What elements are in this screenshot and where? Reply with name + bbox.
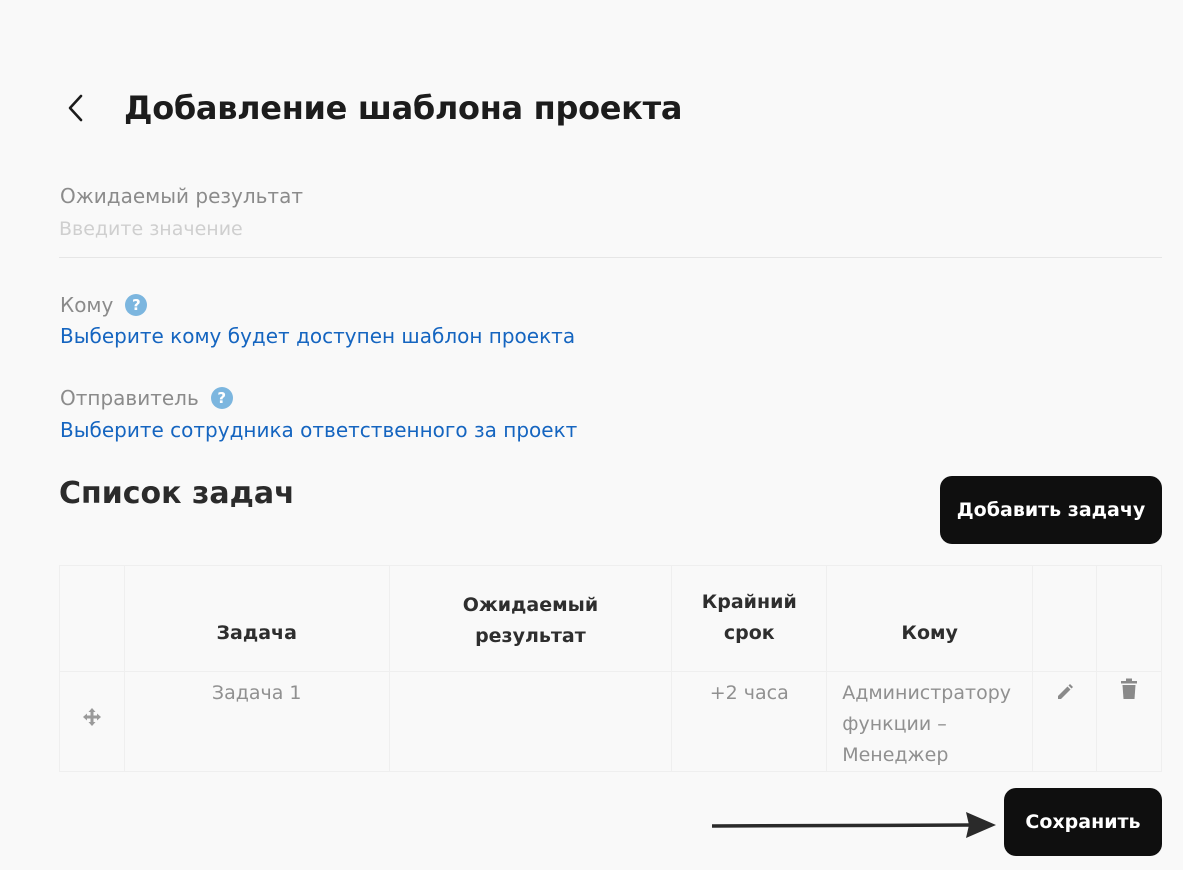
task-result-cell [388,671,673,772]
column-header-delete [1096,565,1162,672]
expected-result-label-text: Ожидаемый результат [60,184,303,208]
help-icon[interactable]: ? [210,387,233,409]
pencil-icon [1057,684,1073,699]
recipient-label: Кому ? [60,293,148,317]
back-button[interactable] [68,86,98,130]
table-header-row: Задача Ожидаемый результат Крайний срок … [59,565,1162,672]
expected-result-label: Ожидаемый результат [60,184,303,208]
task-table: Задача Ожидаемый результат Крайний срок … [59,565,1162,772]
task-to-cell: Администратору функции – Менеджер [826,671,1034,772]
drag-move-icon [82,708,101,726]
sender-label: Отправитель ? [60,386,233,410]
sender-select-link[interactable]: Выберите сотрудника ответственного за пр… [60,418,577,442]
trash-icon [1121,678,1138,699]
recipient-select-link[interactable]: Выберите кому будет доступен шаблон прое… [60,324,575,348]
expected-result-input[interactable] [59,214,1162,258]
page-title: Добавление шаблона проекта [124,89,683,127]
column-header-deadline: Крайний срок [671,565,828,672]
sender-label-text: Отправитель [60,386,199,410]
save-button[interactable]: Сохранить [1004,788,1162,856]
column-header-to: Кому [826,565,1034,672]
column-header-deadline-text: Крайний срок [701,591,797,644]
chevron-left-icon [68,94,83,122]
help-icon[interactable]: ? [125,294,148,316]
column-header-edit [1032,565,1098,672]
delete-button[interactable] [1096,671,1162,772]
task-deadline-cell: +2 часа [671,671,828,772]
column-header-drag [59,565,125,672]
table-row: Задача 1 +2 часа Администратору функции … [59,671,1162,772]
column-header-result-text: Ожидаемый результат [462,594,599,647]
edit-button[interactable] [1032,671,1098,772]
task-list-title: Список задач [59,476,295,511]
task-name-cell: Задача 1 [123,671,390,772]
page: Добавление шаблона проекта Ожидаемый рез… [0,0,1183,870]
column-header-task: Задача [123,565,390,672]
column-header-result: Ожидаемый результат [388,565,673,672]
add-task-button[interactable]: Добавить задачу [940,476,1162,544]
arrow-pointer-icon [712,812,996,838]
recipient-label-text: Кому [60,293,114,317]
page-header: Добавление шаблона проекта [68,86,682,130]
drag-handle[interactable] [59,671,125,772]
